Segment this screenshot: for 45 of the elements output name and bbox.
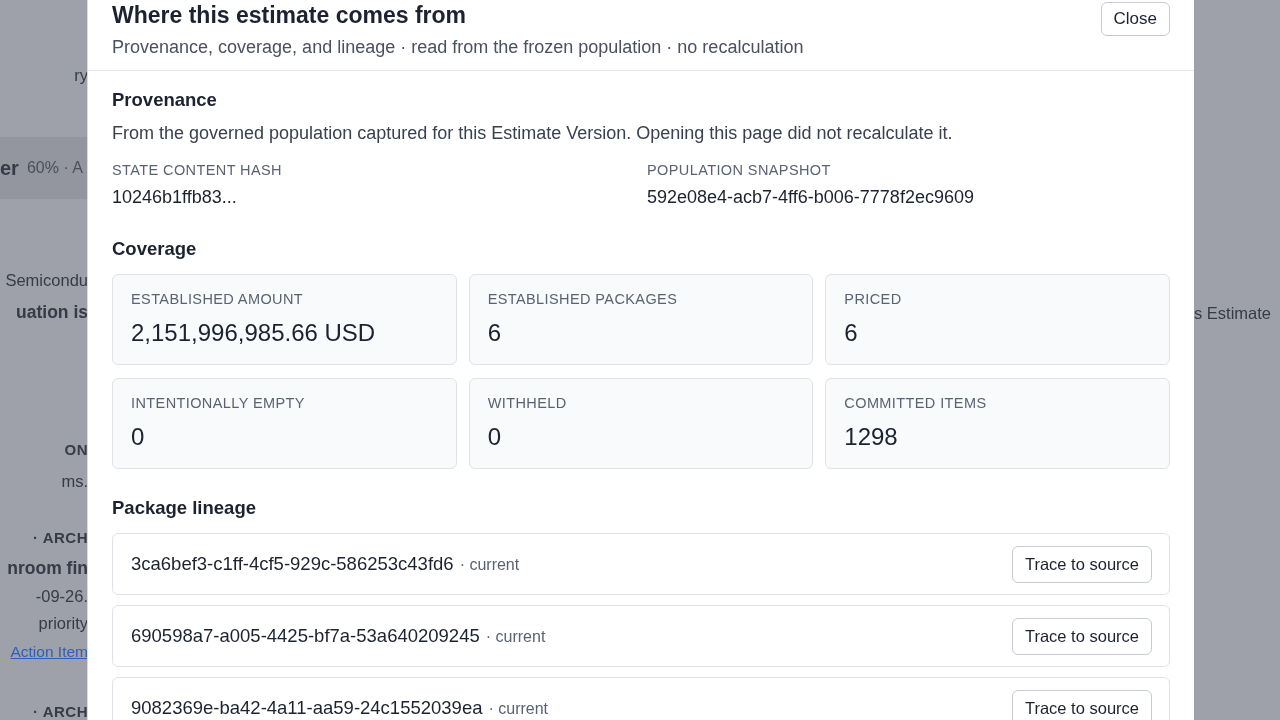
package-id: 3ca6bef3-c1ff-4cf5-929c-586253c43fd6 [131,553,454,575]
backdrop-text: s Estimate [1194,304,1272,323]
stat-value: 2,151,996,985.66 USD [131,319,377,347]
backdrop-text: ms. [61,472,88,491]
backdrop-label: ON [64,441,88,458]
field-label: POPULATION SNAPSHOT [647,162,832,178]
backdrop-text: -09-26. [35,587,88,606]
package-status: · current [488,700,549,718]
stat-label: WITHHELD [487,395,568,411]
stat-value: 0 [131,423,146,451]
dialog-subtitle: Provenance, coverage, and lineage · read from the frozen population · no recalculation [112,37,804,58]
backdrop-title: uation is [16,302,88,323]
stat-label: INTENTIONALLY EMPTY [131,395,306,411]
section-heading: Package lineage [112,497,257,519]
backdrop-title: nroom fin [7,558,88,579]
stat-value: 6 [487,319,502,347]
stat-value: 0 [487,423,502,451]
stat-label: ESTABLISHED PACKAGES [487,291,679,307]
trace-button[interactable]: Trace to source [1011,617,1152,655]
field-value: 592e08e4-acb7-4ff6-b006-7778f2ec9609 [647,187,975,208]
backdrop-text: ry [74,66,88,85]
stat-label: ESTABLISHED AMOUNT [131,291,305,307]
stat-value: 1298 [844,423,899,451]
package-id: 690598a7-a005-4425-bf7a-53a640209245 [131,625,480,647]
backdrop-text: Semicondu [5,271,88,290]
field-label: STATE CONTENT HASH [112,162,283,178]
stat-label: COMMITTED ITEMS [844,395,988,411]
trace-button[interactable]: Trace to source [1011,689,1152,720]
package-status: · current [459,556,520,574]
backdrop-title: er [0,156,19,180]
trace-button[interactable]: Trace to source [1011,545,1152,583]
stat-value: 6 [844,319,859,347]
field-value: 10246b1ffb83... [112,187,238,208]
package-id: 9082369e-ba42-4a11-aa59-24c1552039ea [131,697,483,719]
section-heading: Coverage [112,238,198,260]
package-status: · current [485,628,546,646]
provenance-text: From the governed population captured for this Estimate Version. Opening this page did not recalculate it. [112,123,954,144]
backdrop-text: 60% · A [26,159,83,177]
close-button[interactable]: Close [1100,2,1170,36]
backdrop-text: priority [38,614,88,633]
section-heading: Provenance [112,89,218,111]
dialog-title: Where this estimate comes from [112,2,468,29]
backdrop-label: · ARCH [33,703,88,720]
backdrop-label: · ARCH [33,529,88,546]
stat-label: PRICED [844,291,903,307]
